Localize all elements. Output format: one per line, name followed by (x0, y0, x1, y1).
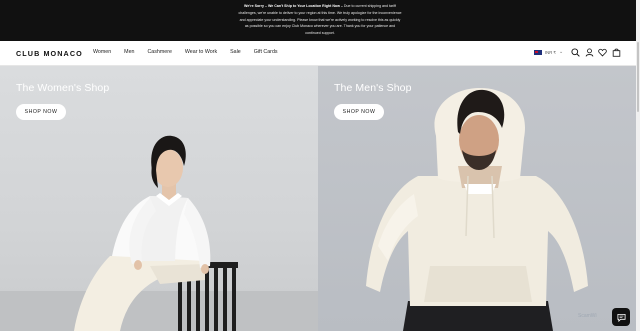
nav-cashmere[interactable]: Cashmere (147, 49, 171, 55)
womens-shop-hero[interactable]: The Women's Shop SHOP NOW (0, 66, 318, 331)
scrollbar-thumb[interactable] (637, 42, 639, 112)
search-icon[interactable] (571, 48, 580, 57)
mens-shop-now-button[interactable]: SHOP NOW (334, 104, 384, 120)
club-monaco-logo[interactable]: CLUB MONACO (16, 49, 83, 58)
nav-women[interactable]: Women (93, 49, 111, 55)
site-header: CLUB MONACO Women Men Cashmere Wear to W… (0, 41, 640, 66)
nav-sale[interactable]: Sale (230, 49, 241, 55)
flag-icon (534, 50, 542, 55)
shipping-notice-banner: We're Sorry – We Can't Ship to Your Loca… (0, 0, 640, 41)
womens-shop-now-button[interactable]: SHOP NOW (16, 104, 66, 120)
banner-line-2: challenges, we're unable to deliver to y… (238, 10, 402, 15)
wishlist-icon[interactable] (598, 48, 607, 57)
currency-selector[interactable]: INR ₹ ⌄ (534, 50, 563, 55)
chevron-down-icon: ⌄ (559, 49, 564, 55)
mens-shop-hero[interactable]: The Men's Shop SHOP NOW (318, 66, 636, 331)
currency-label: INR ₹ (545, 50, 557, 55)
banner-line-4: as possible so you can enjoy Club Monaco… (244, 24, 396, 29)
banner-line-3: and appreciate your understanding. Pleas… (239, 17, 401, 22)
account-icon[interactable] (585, 48, 594, 57)
nav-wear-to-work[interactable]: Wear to Work (185, 49, 217, 55)
nav-men[interactable]: Men (124, 49, 134, 55)
nav-gift-cards[interactable]: Gift Cards (254, 49, 278, 55)
chat-icon (616, 313, 626, 322)
chat-button[interactable] (612, 308, 630, 326)
bag-icon[interactable] (612, 48, 621, 57)
banner-line-1: We're Sorry – We Can't Ship to Your Loca… (244, 4, 396, 8)
widget-watermark: ScamWi (578, 313, 597, 319)
mens-shop-title: The Men's Shop (334, 82, 412, 94)
main-nav: Women Men Cashmere Wear to Work Sale Gif… (93, 49, 291, 55)
header-icons (571, 48, 625, 57)
banner-headline: We're Sorry – We Can't Ship to Your Loca… (244, 4, 343, 8)
womens-shop-title: The Women's Shop (16, 82, 110, 94)
banner-line-5: continued support. (305, 31, 335, 36)
